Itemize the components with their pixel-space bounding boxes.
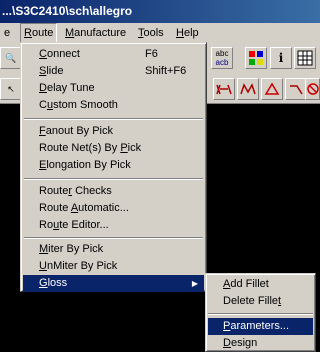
menu-item-custom-smooth[interactable]: Custom Smooth bbox=[23, 97, 204, 114]
window-title-bar: ...\S3C2410\sch\allegro bbox=[0, 0, 320, 23]
menu-item-gloss[interactable]: Gloss ▶ bbox=[23, 275, 204, 292]
custom-smooth-icon[interactable] bbox=[285, 78, 307, 100]
menu-item-router-checks[interactable]: Router Checks bbox=[23, 183, 204, 200]
menu-item-miter-by-pick[interactable]: Miter By Pick bbox=[23, 241, 204, 258]
menu-item-fanout-by-pick[interactable]: Fanout By Pick bbox=[23, 123, 204, 140]
pointer-icon[interactable]: ↖ bbox=[0, 78, 22, 100]
menu-edit-partial[interactable]: e bbox=[0, 23, 14, 43]
menu-item-route-editor[interactable]: Route Editor... bbox=[23, 217, 204, 234]
menu-bar: e Route Manufacture Tools Help bbox=[0, 23, 320, 45]
menu-item-slide[interactable]: Slide Shift+F6 bbox=[23, 63, 204, 80]
menu-item-connect[interactable]: Connect F6 bbox=[23, 46, 204, 63]
window-title: ...\S3C2410\sch\allegro bbox=[2, 4, 133, 18]
color-grid-icon[interactable] bbox=[245, 47, 267, 69]
menu-item-delete-fillet[interactable]: Delete Fillet bbox=[208, 293, 313, 310]
menu-item-route-nets-by-pick[interactable]: Route Net(s) By Pick bbox=[23, 140, 204, 157]
menu-help[interactable]: Help bbox=[172, 23, 203, 43]
menu-separator bbox=[24, 178, 203, 180]
abc-acb-button[interactable]: abc acb bbox=[211, 47, 233, 69]
slide-icon[interactable] bbox=[237, 78, 259, 100]
menu-item-route-automatic[interactable]: Route Automatic... bbox=[23, 200, 204, 217]
route-menu: Connect F6 Slide Shift+F6 Delay Tune Cus… bbox=[20, 42, 207, 292]
menu-item-delay-tune[interactable]: Delay Tune bbox=[23, 80, 204, 97]
delay-tune-icon[interactable] bbox=[261, 78, 283, 100]
info-icon[interactable]: i bbox=[270, 47, 292, 69]
no-entry-icon[interactable] bbox=[305, 78, 320, 100]
menu-item-unmiter-by-pick[interactable]: UnMiter By Pick bbox=[23, 258, 204, 275]
menu-separator bbox=[24, 118, 203, 120]
menu-item-design[interactable]: Design bbox=[208, 335, 313, 352]
menu-item-elongation-by-pick[interactable]: Elongation By Pick bbox=[23, 157, 204, 174]
add-connect-icon[interactable] bbox=[213, 78, 235, 100]
gloss-submenu: Add Fillet Delete Fillet Parameters... D… bbox=[205, 273, 316, 352]
grid-icon[interactable] bbox=[294, 47, 316, 69]
zoom-icon[interactable]: 🔍 bbox=[0, 47, 22, 69]
submenu-arrow-icon: ▶ bbox=[191, 279, 198, 288]
menu-item-parameters[interactable]: Parameters... bbox=[208, 318, 313, 335]
menu-separator bbox=[24, 237, 203, 239]
menu-separator bbox=[208, 313, 313, 315]
menu-item-add-fillet[interactable]: Add Fillet bbox=[208, 276, 313, 293]
menu-manufacture[interactable]: Manufacture bbox=[61, 23, 130, 43]
menu-tools[interactable]: Tools bbox=[134, 23, 168, 43]
